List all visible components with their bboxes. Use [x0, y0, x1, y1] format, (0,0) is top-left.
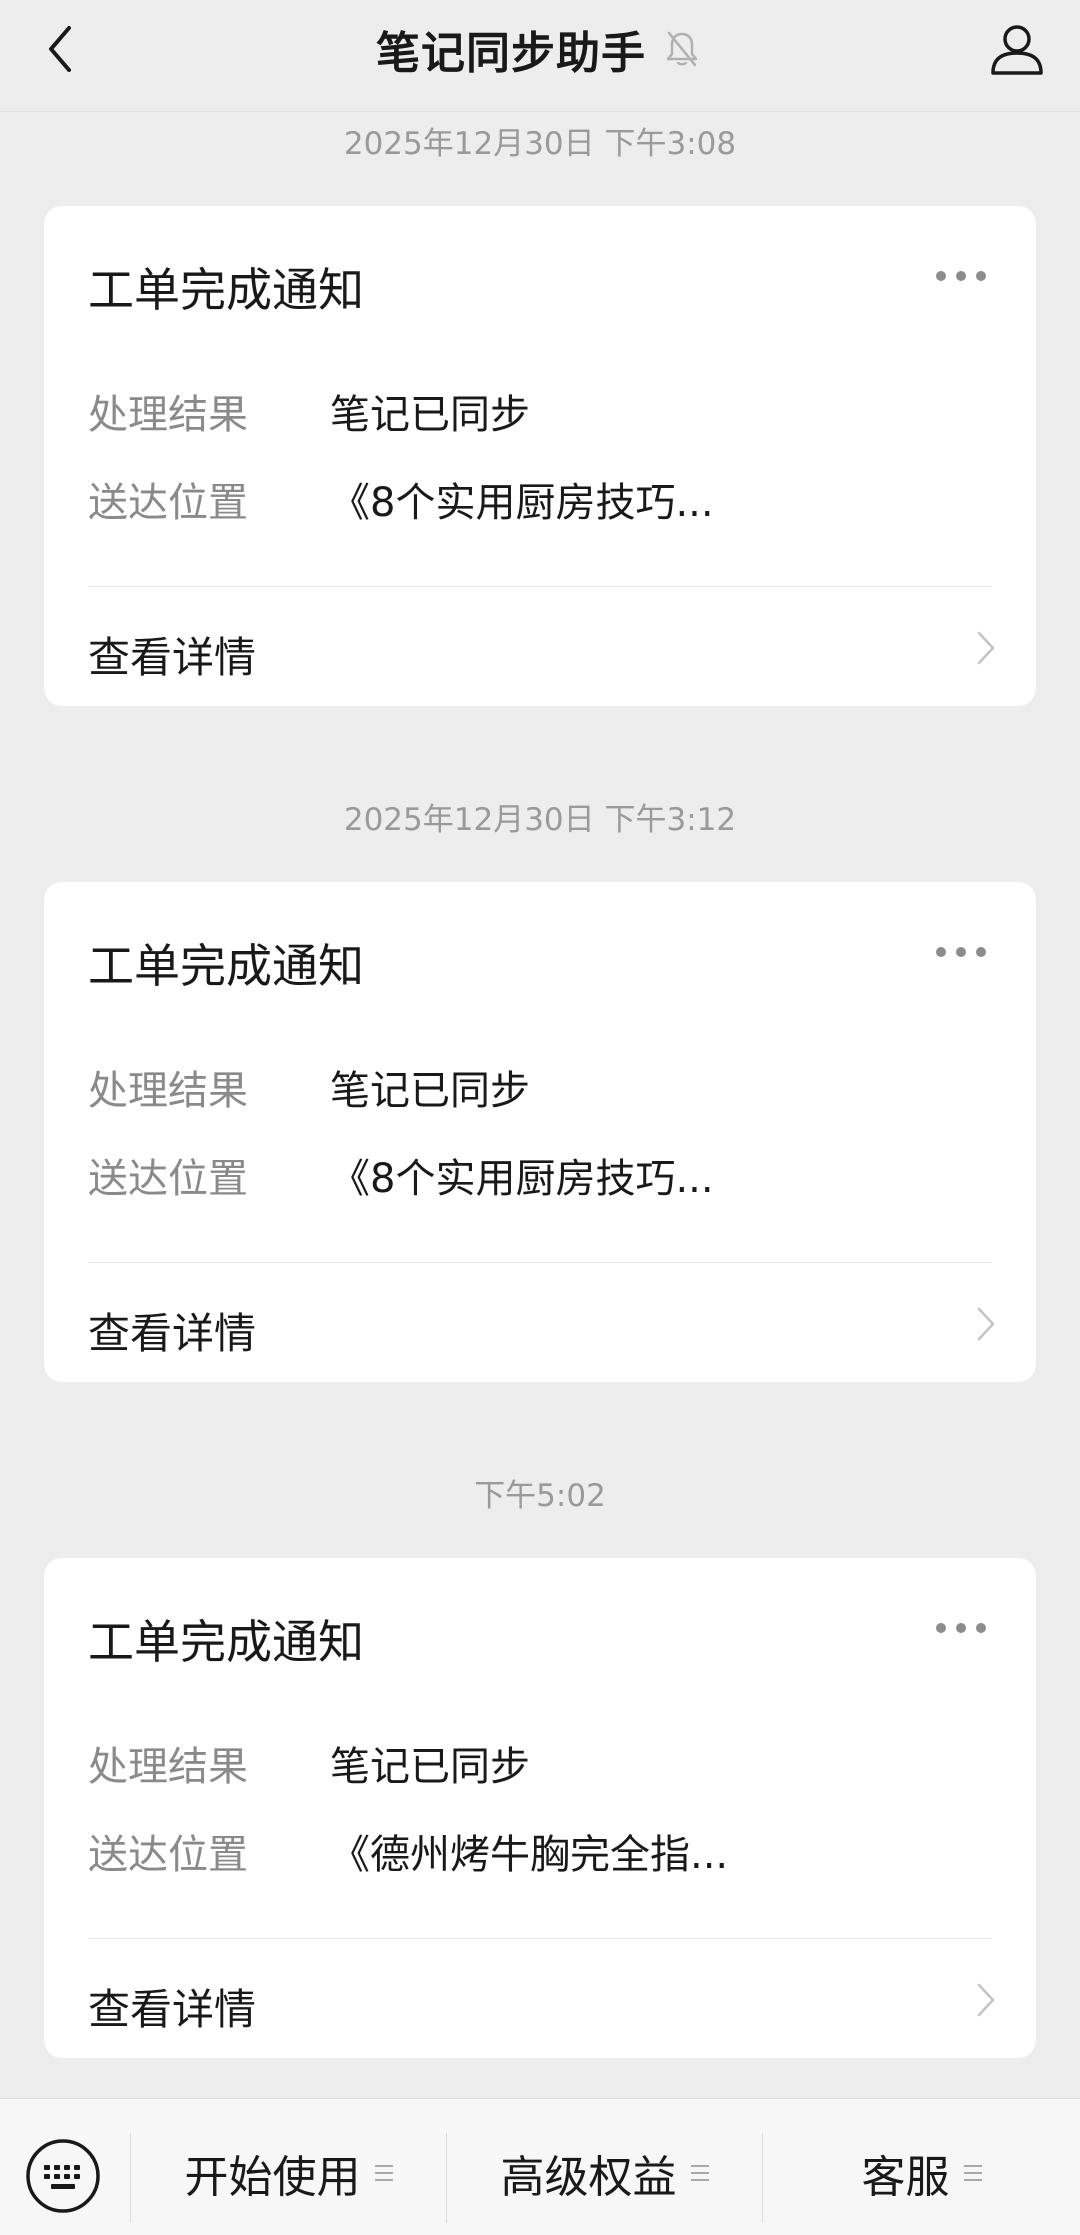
- more-dot-icon: [956, 271, 966, 281]
- view-details-link[interactable]: 查看详情: [44, 1940, 1036, 2058]
- more-dot-icon: [976, 1623, 986, 1633]
- location-value: 《德州烤牛胸完全指...: [330, 1832, 729, 1878]
- keyboard-toggle-button[interactable]: [24, 2137, 102, 2215]
- view-details-label: 查看详情: [88, 1309, 257, 1358]
- location-value: 《8个实用厨房技巧...: [330, 1156, 714, 1202]
- result-value: 笔记已同步: [330, 1744, 530, 1790]
- result-row: 处理结果 笔记已同步: [88, 1734, 530, 1792]
- more-dot-icon: [956, 1623, 966, 1633]
- more-dot-icon: [976, 271, 986, 281]
- view-details-label: 查看详情: [88, 1985, 257, 2034]
- result-row: 处理结果 笔记已同步: [88, 382, 530, 440]
- message-timestamp: 2025年12月30日 下午3:08: [343, 126, 737, 162]
- result-label: 处理结果: [88, 1744, 248, 1790]
- card-title: 工单完成通知: [88, 939, 364, 993]
- result-label: 处理结果: [88, 392, 248, 438]
- view-details-link[interactable]: 查看详情: [44, 588, 1036, 706]
- card-title: 工单完成通知: [88, 1615, 364, 1669]
- more-dot-icon: [976, 947, 986, 957]
- chat-title: 笔记同步助手: [376, 28, 646, 79]
- chevron-right-icon: [977, 1983, 995, 2017]
- view-details-link[interactable]: 查看详情: [44, 1264, 1036, 1382]
- menu-item-start[interactable]: 开始使用: [131, 2123, 446, 2223]
- keyboard-icon: [26, 2139, 100, 2213]
- card-divider: [88, 1262, 992, 1263]
- location-label: 送达位置: [88, 480, 248, 526]
- location-label: 送达位置: [88, 1156, 248, 1202]
- notification-card[interactable]: 工单完成通知 处理结果 笔记已同步 送达位置 《德州烤牛胸完全指... 查看详情: [44, 1558, 1036, 2058]
- submenu-icon: [963, 2165, 982, 2181]
- menu-item-label: 高级权益: [500, 2152, 677, 2203]
- result-label: 处理结果: [88, 1068, 248, 1114]
- result-value: 笔记已同步: [330, 392, 530, 438]
- more-dot-icon: [936, 947, 946, 957]
- menu-item-label: 开始使用: [184, 2152, 361, 2203]
- submenu-icon: [374, 2165, 393, 2181]
- profile-button[interactable]: [982, 14, 1052, 84]
- message-timestamp: 下午5:02: [474, 1478, 606, 1514]
- card-title: 工单完成通知: [88, 263, 364, 317]
- more-dot-icon: [936, 1623, 946, 1633]
- more-options-button[interactable]: [926, 932, 996, 972]
- location-row: 送达位置 《8个实用厨房技巧...: [88, 1146, 714, 1204]
- menu-item-support[interactable]: 客服: [763, 2123, 1080, 2223]
- more-dot-icon: [956, 947, 966, 957]
- more-dot-icon: [936, 271, 946, 281]
- bottom-menu-bar: 开始使用 高级权益 客服: [0, 2098, 1080, 2235]
- location-label: 送达位置: [88, 1832, 248, 1878]
- submenu-icon: [690, 2165, 709, 2181]
- notification-card[interactable]: 工单完成通知 处理结果 笔记已同步 送达位置 《8个实用厨房技巧... 查看详情: [44, 882, 1036, 1382]
- chat-header: 笔记同步助手: [0, 0, 1080, 112]
- title-area: 笔记同步助手: [0, 14, 1080, 84]
- more-options-button[interactable]: [926, 256, 996, 296]
- card-divider: [88, 1938, 992, 1939]
- chat-page: 笔记同步助手 2025年12月30日 下午3:08 工单完成通知 处理结果 笔记…: [0, 0, 1080, 2235]
- result-value: 笔记已同步: [330, 1068, 530, 1114]
- bell-muted-icon: [664, 29, 704, 69]
- notification-card[interactable]: 工单完成通知 处理结果 笔记已同步 送达位置 《8个实用厨房技巧... 查看详情: [44, 206, 1036, 706]
- menu-item-label: 客服: [861, 2152, 950, 2203]
- menu-item-premium[interactable]: 高级权益: [447, 2123, 762, 2223]
- message-timestamp: 2025年12月30日 下午3:12: [343, 802, 737, 838]
- location-row: 送达位置 《德州烤牛胸完全指...: [88, 1822, 728, 1880]
- user-icon: [991, 25, 1043, 75]
- card-divider: [88, 586, 992, 587]
- location-value: 《8个实用厨房技巧...: [330, 480, 714, 526]
- location-row: 送达位置 《8个实用厨房技巧...: [88, 470, 714, 528]
- more-options-button[interactable]: [926, 1608, 996, 1648]
- result-row: 处理结果 笔记已同步: [88, 1058, 530, 1116]
- view-details-label: 查看详情: [88, 633, 257, 682]
- chevron-right-icon: [977, 631, 995, 665]
- chevron-right-icon: [977, 1307, 995, 1341]
